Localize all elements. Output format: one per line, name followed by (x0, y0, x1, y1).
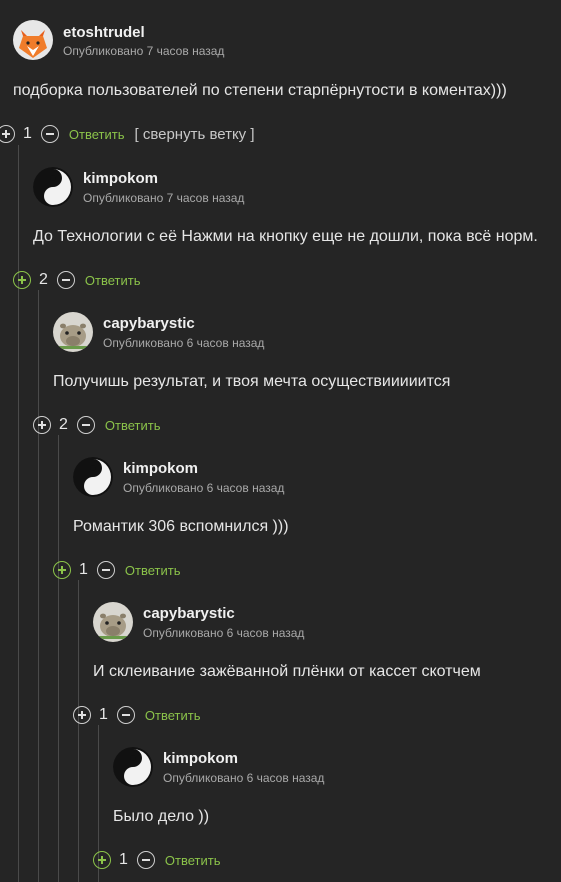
post-timestamp: Опубликовано 7 часов назад (63, 44, 225, 58)
post-timestamp: Опубликовано 6 часов назад (143, 626, 305, 640)
user-avatar[interactable]: 김 (33, 167, 73, 207)
capybara-avatar-icon (53, 312, 93, 352)
comment-controls: 1 Ответить (93, 850, 220, 870)
username[interactable]: capybarystic (143, 605, 235, 622)
username[interactable]: capybarystic (103, 315, 195, 332)
rating-count: 2 (59, 416, 68, 433)
fox-avatar-icon (13, 20, 53, 60)
reply-link[interactable]: Ответить (145, 708, 201, 723)
thread-line (18, 145, 19, 882)
user-avatar[interactable] (93, 602, 133, 642)
username[interactable]: kimpokom (83, 170, 158, 187)
username[interactable]: etoshtrudel (63, 24, 145, 41)
rating-count: 1 (79, 561, 88, 578)
reply-link[interactable]: Ответить (165, 853, 221, 868)
downvote-button[interactable] (116, 706, 135, 724)
rating-count: 1 (23, 125, 32, 142)
comment-controls: 1 Ответить (73, 705, 200, 725)
thread-line (58, 435, 59, 882)
svg-text:김: 김 (85, 480, 95, 493)
rating-count: 1 (119, 851, 128, 868)
comment-text: подборка пользователей по степени старпё… (13, 82, 507, 99)
svg-text:김: 김 (45, 190, 55, 203)
comment-text: Получишь результат, и твоя мечта осущест… (53, 373, 451, 390)
comment-text: До Технологии с её Нажми на кнопку еще н… (33, 228, 538, 245)
downvote-button[interactable] (76, 416, 95, 434)
thread-line (78, 580, 79, 882)
comment-text: Было дело )) (113, 808, 210, 825)
downvote-button[interactable] (56, 271, 75, 289)
yinyang-avatar-icon: 김 (73, 457, 113, 497)
thread-line (38, 290, 39, 882)
post-timestamp: Опубликовано 6 часов назад (163, 771, 325, 785)
downvote-button[interactable] (96, 561, 115, 579)
rating-count: 2 (39, 271, 48, 288)
comment-text: И склеивание зажёванной плёнки от кассет… (93, 663, 481, 680)
comment-controls: 1 Ответить (53, 560, 180, 580)
comment-controls: 1 Ответить [ свернуть ветку ] (0, 124, 255, 144)
comment-text: Романтик 306 вспомнился ))) (73, 518, 289, 535)
reply-link[interactable]: Ответить (85, 273, 141, 288)
user-avatar[interactable] (13, 20, 53, 60)
user-avatar[interactable]: 김 (73, 457, 113, 497)
reply-link[interactable]: Ответить (125, 563, 181, 578)
upvote-button[interactable] (0, 125, 15, 143)
yinyang-avatar-icon: 김 (113, 747, 153, 787)
upvote-button[interactable] (53, 561, 71, 579)
comment-controls: 2 Ответить (33, 415, 160, 435)
user-avatar[interactable] (53, 312, 93, 352)
upvote-button[interactable] (93, 851, 111, 869)
reply-link[interactable]: Ответить (105, 418, 161, 433)
rating-count: 1 (99, 706, 108, 723)
username[interactable]: kimpokom (163, 750, 238, 767)
upvote-button[interactable] (73, 706, 91, 724)
downvote-button[interactable] (40, 125, 59, 143)
upvote-button[interactable] (13, 271, 31, 289)
svg-text:김: 김 (125, 770, 135, 783)
user-avatar[interactable]: 김 (113, 747, 153, 787)
downvote-button[interactable] (136, 851, 155, 869)
username[interactable]: kimpokom (123, 460, 198, 477)
comment-controls: 2 Ответить (13, 270, 140, 290)
post-timestamp: Опубликовано 7 часов назад (83, 191, 245, 205)
post-timestamp: Опубликовано 6 часов назад (103, 336, 265, 350)
upvote-button[interactable] (33, 416, 51, 434)
collapse-thread-link[interactable]: [ свернуть ветку ] (134, 126, 254, 143)
reply-link[interactable]: Ответить (69, 127, 125, 142)
post-timestamp: Опубликовано 6 часов назад (123, 481, 285, 495)
yinyang-avatar-icon: 김 (33, 167, 73, 207)
capybara-avatar-icon (93, 602, 133, 642)
